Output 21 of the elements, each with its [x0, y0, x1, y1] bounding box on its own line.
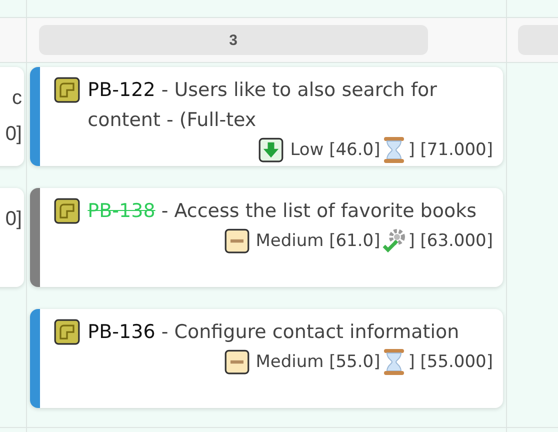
priority-label: Low [46.0]: [290, 139, 380, 162]
card-text: 0]: [5, 208, 23, 230]
story-icon: [54, 319, 80, 345]
story-title: PB-136 - Configure contact information: [88, 320, 460, 345]
group-header[interactable]: 3: [38, 25, 428, 55]
estimate-label: ] [55.000]: [408, 351, 493, 374]
story-icon: [54, 198, 80, 224]
story-title: PB-122 - Users like to also search for content - (Full-tex: [88, 78, 438, 133]
story-card[interactable]: PB-122 - Users like to also search for content - (Full-tex Low [46.0] ] [71.000]: [30, 67, 503, 166]
story-title: PB-138 - Access the list of favorite books: [88, 199, 478, 224]
story-icon: [54, 77, 80, 103]
priority-label: Medium [55.0]: [256, 351, 380, 374]
minus-icon: [224, 349, 250, 375]
priority-label: Medium [61.0]: [256, 230, 380, 253]
story-card[interactable]: PB-138 - Access the list of favorite books Medium [61.0] ] [63.000]: [30, 188, 503, 287]
minus-icon: [224, 228, 250, 254]
estimate-label: ] [71.000]: [408, 139, 493, 162]
card-text: 0]: [5, 123, 23, 145]
card-text: c: [12, 87, 23, 109]
estimate-label: ] [63.000]: [408, 230, 493, 253]
story-card[interactable]: PB-136 - Configure contact information Medium [55.0] ] [55.000]: [30, 309, 503, 408]
